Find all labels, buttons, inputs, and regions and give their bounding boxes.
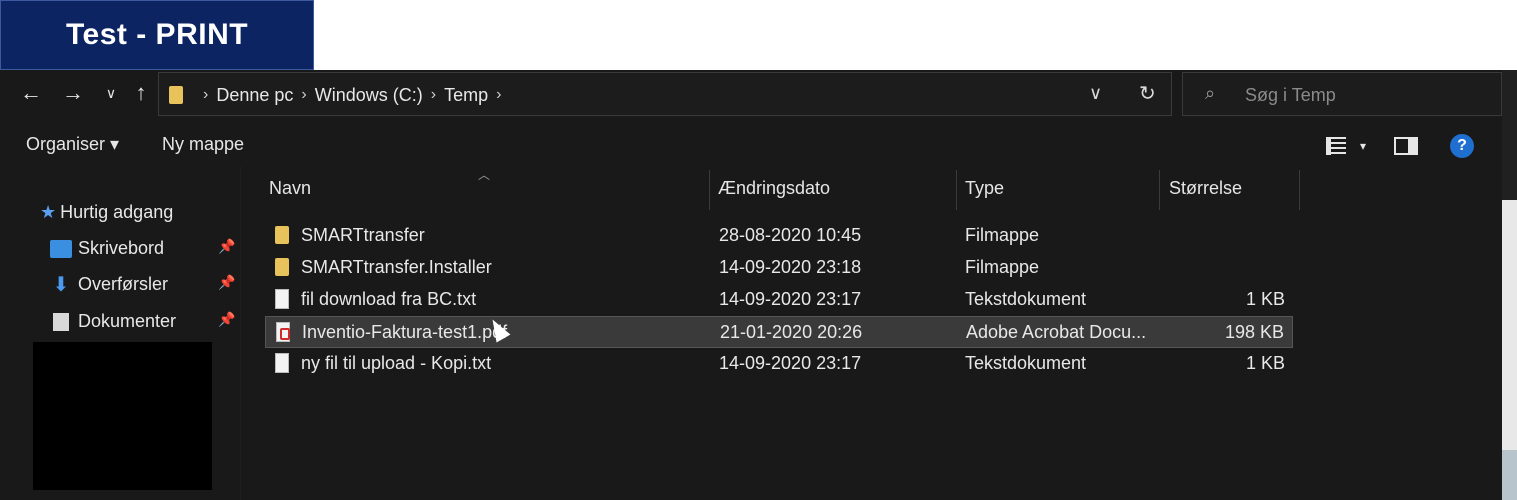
organise-button[interactable]: Organiser ▾ [26,134,119,155]
background-window-grey [1502,450,1517,500]
file-name: ny fil til upload - Kopi.txt [301,353,492,373]
file-size: 198 KB [1224,322,1284,342]
file-date: 28-08-2020 10:45 [719,225,862,245]
file-explorer-window: ← → ∨ ↑ › Denne pc › Windows (C:) › Temp… [0,70,1502,500]
column-header-size[interactable]: Størrelse [1169,178,1242,199]
file-name: SMARTtransfer.Installer [301,257,492,277]
refresh-icon[interactable]: ↻ [1139,81,1156,106]
background-window-edge [1502,70,1517,500]
forward-arrow-icon[interactable]: → [60,80,86,106]
breadcrumb: › Denne pc › Windows (C:) › Temp › [169,73,509,117]
text-file-icon [275,289,289,309]
desktop-icon [50,239,72,258]
nav-item-label: Hurtig adgang [60,202,174,222]
banner-text: Test - PRINT [65,18,249,51]
column-header-date[interactable]: Ændringsdato [718,178,830,199]
file-type: Tekstdokument [965,353,1087,373]
up-arrow-icon[interactable]: ↑ [128,80,154,106]
file-date: 14-09-2020 23:17 [719,353,862,373]
column-divider[interactable] [1159,170,1160,210]
column-divider[interactable] [956,170,957,210]
breadcrumb-separator-icon[interactable]: › [203,86,208,104]
sort-ascending-icon: ︿ [478,168,491,182]
file-date: 14-09-2020 23:18 [719,257,862,277]
breadcrumb-item[interactable]: Denne pc [216,85,293,106]
back-arrow-icon[interactable]: ← [18,80,44,106]
breadcrumb-separator-icon[interactable]: › [301,86,306,104]
background-window-dark [1502,70,1517,200]
nav-item-desktop[interactable]: Skrivebord [50,238,164,259]
file-size: 1 KB [1245,289,1285,309]
new-folder-button[interactable]: Ny mappe [162,134,244,155]
details-view-icon[interactable] [1326,137,1346,155]
address-bar[interactable]: › Denne pc › Windows (C:) › Temp › ∨ ↻ [158,72,1172,116]
address-dropdown-chevron-icon[interactable]: ∨ [1089,83,1102,104]
folder-icon [169,86,183,104]
column-header-type[interactable]: Type [965,178,1004,199]
breadcrumb-item[interactable]: Windows (C:) [315,85,423,106]
command-bar: Organiser ▾ Ny mappe ▾ ? [0,122,1502,166]
folder-icon [275,226,289,244]
file-date: 21-01-2020 20:26 [720,322,863,342]
nav-item-quick-access[interactable]: ★ Hurtig adgang [40,202,173,223]
search-placeholder: Søg i Temp [1245,85,1336,105]
pin-icon[interactable]: 📌 [218,238,235,255]
preview-pane-icon[interactable] [1394,137,1419,155]
nav-item-documents[interactable]: Dokumenter [50,311,176,332]
redacted-area [33,342,212,490]
help-icon[interactable]: ? [1450,134,1475,158]
breadcrumb-item[interactable]: Temp [444,85,488,106]
view-options-caret-icon[interactable]: ▾ [1360,139,1366,153]
nav-item-label: Skrivebord [78,238,165,258]
file-name: fil download fra BC.txt [301,289,477,309]
file-type: Filmappe [965,257,1040,277]
column-divider[interactable] [1299,170,1300,210]
file-type: Tekstdokument [965,289,1087,309]
recent-locations-chevron-icon[interactable]: ∨ [98,80,124,106]
column-divider[interactable] [709,170,710,210]
breadcrumb-separator-icon[interactable]: › [431,86,436,104]
nav-item-label: Overførsler [78,274,168,294]
table-row[interactable]: SMARTtransfer.Installer 14-09-2020 23:18… [265,252,1293,284]
file-list: ︿ Navn Ændringsdato Type Størrelse SMART… [241,166,1502,500]
pin-icon[interactable]: 📌 [218,311,235,328]
pdf-file-icon [276,322,290,342]
view-controls: ▾ ? [1326,134,1475,158]
file-name: Inventio-Faktura-test1.pdf [302,322,508,342]
documents-icon [53,312,69,331]
search-icon: ⌕ [1205,83,1216,103]
file-name: SMARTtransfer [301,225,425,245]
title-banner: Test - PRINT [0,0,314,70]
folder-icon [275,258,289,276]
search-input[interactable]: ⌕ Søg i Temp [1182,72,1502,116]
file-date: 14-09-2020 23:17 [719,289,862,309]
file-size: 1 KB [1245,353,1285,373]
table-row[interactable]: fil download fra BC.txt 14-09-2020 23:17… [265,284,1293,316]
table-row-selected[interactable]: Inventio-Faktura-test1.pdf 21-01-2020 20… [265,316,1293,348]
breadcrumb-separator-icon[interactable]: › [496,86,501,104]
star-icon: ★ [40,202,57,222]
column-header-name[interactable]: Navn [269,178,311,199]
table-row[interactable]: ny fil til upload - Kopi.txt 14-09-2020 … [265,348,1293,380]
text-file-icon [275,353,289,373]
file-type: Adobe Acrobat Docu... [966,322,1147,342]
address-row: ← → ∨ ↑ › Denne pc › Windows (C:) › Temp… [0,70,1502,118]
file-type: Filmappe [965,225,1040,245]
table-row[interactable]: SMARTtransfer 28-08-2020 10:45 Filmappe [265,220,1293,252]
download-icon: ⬇ [52,273,70,296]
nav-item-label: Dokumenter [78,311,177,331]
nav-item-downloads[interactable]: ⬇ Overførsler [50,274,168,295]
pin-icon[interactable]: 📌 [218,274,235,291]
